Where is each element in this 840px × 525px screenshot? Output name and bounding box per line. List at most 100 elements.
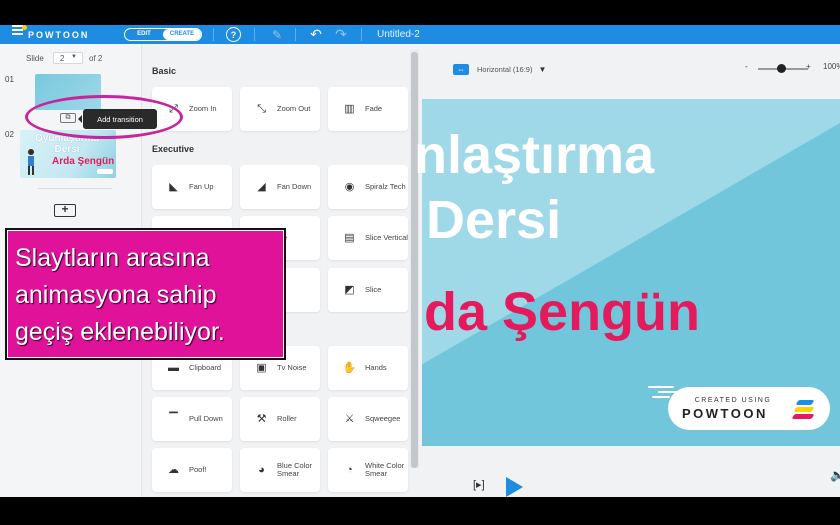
blue-smear-icon: ◕	[258, 464, 265, 476]
notes-icon[interactable]: ✎	[269, 25, 285, 44]
pull-down-icon: ▔	[169, 413, 178, 425]
fade-icon: ▥	[344, 103, 355, 115]
section-heading-executive: Executive	[152, 144, 195, 154]
transition-card[interactable]: ▥ Fade	[328, 87, 408, 131]
transition-label: Fan Up	[189, 182, 214, 191]
powtoon-mark-icon	[791, 398, 817, 420]
mode-create[interactable]: CREATE	[163, 29, 201, 40]
mode-toggle[interactable]: EDIT CREATE	[124, 28, 202, 41]
transition-label: Fade	[365, 104, 383, 113]
zoom-value: 100%	[823, 62, 840, 71]
poof-icon: ☁	[168, 464, 179, 476]
toolbar-divider	[295, 28, 296, 41]
zoom-slider-handle[interactable]	[776, 64, 786, 73]
undo-icon[interactable]: ↶	[308, 25, 324, 44]
transition-label: Roller	[277, 414, 297, 423]
add-transition-tooltip: Add transition	[78, 109, 157, 129]
divider	[38, 188, 112, 189]
help-icon[interactable]: ?	[226, 27, 241, 42]
volume-icon[interactable]: 🔈	[830, 468, 840, 482]
transition-label: Hands	[365, 363, 387, 372]
caption-line: geçiş eklenebiliyor.	[15, 318, 225, 346]
squeegee-icon: ⚔	[344, 413, 355, 425]
slide-title-line: nlaştırma	[414, 125, 655, 185]
transition-card[interactable]: ⤡ Zoom Out	[240, 87, 320, 131]
playback-controls: [▸]	[470, 475, 530, 497]
redo-icon[interactable]: ↷	[333, 25, 349, 44]
caption-overlay: Slaytların arasına animasyona sahip geçi…	[5, 228, 286, 360]
spiral-icon: ◉	[344, 181, 355, 193]
white-smear-icon: ◔	[346, 464, 353, 476]
transition-card[interactable]: ▤ Slice Vertical	[328, 216, 408, 260]
transition-card[interactable]: ⚒ Roller	[240, 397, 320, 441]
fan-up-icon: ◣	[169, 181, 178, 193]
roller-icon: ⚒	[256, 413, 267, 425]
transition-label: Fan Down	[277, 182, 312, 191]
play-icon[interactable]	[506, 477, 523, 497]
toolbar-divider	[361, 28, 362, 41]
toolbar-divider	[213, 28, 214, 41]
transition-label: Zoom In	[189, 104, 217, 113]
transition-card[interactable]: ◕ Blue Color Smear	[240, 448, 320, 492]
caption-line: animasyona sahip	[15, 281, 217, 309]
transition-label: Zoom Out	[277, 104, 311, 113]
transition-label: Sqweegee	[365, 414, 401, 423]
slide-number: 02	[5, 130, 14, 139]
notification-dot	[22, 25, 27, 30]
created-with-badge: CREATED USING POWTOON	[668, 387, 830, 430]
hands-icon: ✋	[342, 362, 357, 374]
scrollbar-thumb[interactable]	[411, 52, 418, 468]
transition-card[interactable]: ◢ Fan Down	[240, 165, 320, 209]
slice-vertical-icon: ▤	[344, 232, 355, 244]
badge-logo: POWTOON	[682, 406, 768, 421]
transition-card[interactable]: ⚔ Sqweegee	[328, 397, 408, 441]
caption-text: Slaytların arasına animasyona sahip geçi…	[15, 240, 225, 351]
transition-label: Poof!	[189, 465, 207, 474]
person-illustration-icon	[28, 149, 34, 175]
add-slide-button[interactable]: +	[54, 203, 76, 217]
transition-label: Clipboard	[189, 363, 222, 372]
aspect-ratio-label: Horizontal (16:9)	[477, 64, 533, 74]
transition-card[interactable]: ▔ Pull Down	[152, 397, 232, 441]
tv-noise-icon: ▣	[256, 362, 267, 374]
thumbnail-name: Arda Şengün	[52, 156, 115, 167]
slide-label: Slide	[26, 53, 44, 63]
transition-card[interactable]: ☁ Poof!	[152, 448, 232, 492]
transition-card[interactable]: ◩ Slice	[328, 268, 408, 312]
transition-label: White Color Smear	[365, 461, 405, 478]
slice-icon: ◩	[344, 284, 355, 296]
chevron-down-icon: ▼	[538, 64, 547, 74]
slide-name-line: da Şengün	[424, 282, 701, 342]
transition-label: Pull Down	[189, 414, 223, 423]
clipboard-icon: ▬	[168, 362, 179, 374]
section-heading-basic: Basic	[152, 66, 177, 76]
transition-card[interactable]: ◣ Fan Up	[152, 165, 232, 209]
mode-edit[interactable]: EDIT	[125, 29, 163, 40]
zoom-in-button[interactable]: +	[806, 62, 811, 71]
slide-number: 01	[5, 75, 14, 84]
slide-total: of 2	[89, 53, 103, 63]
fan-down-icon: ◢	[257, 181, 266, 193]
powtoon-logo: POWTOON	[28, 29, 90, 40]
frame-play-icon[interactable]: [▸]	[473, 478, 485, 491]
slide-title-line: Dersi	[426, 190, 562, 250]
thumbnail-badge	[97, 169, 113, 174]
transition-label: Slice Vertical	[365, 233, 408, 242]
chevron-down-icon: ▼	[71, 54, 77, 60]
transition-card[interactable]: ◉ Spiralz Tech	[328, 165, 408, 209]
toolbar-divider	[254, 28, 255, 41]
transition-label: Tv Noise	[277, 363, 307, 372]
transition-card[interactable]: ✋ Hands	[328, 346, 408, 390]
slide-select[interactable]: 2 ▼	[53, 52, 83, 64]
caption-line: Slaytların arasına	[15, 244, 210, 272]
screen: POWTOON EDIT CREATE ? ✎ ↶ ↷ Untitled-2 S…	[0, 0, 840, 525]
aspect-ratio-select[interactable]: ⇔ Horizontal (16:9) ▼	[453, 62, 573, 76]
transition-label: Slice	[365, 285, 382, 294]
document-title[interactable]: Untitled-2	[377, 25, 420, 44]
top-toolbar: POWTOON EDIT CREATE ? ✎ ↶ ↷ Untitled-2	[0, 25, 840, 44]
slide-select-value: 2	[60, 53, 65, 63]
aspect-ratio-icon: ⇔	[453, 63, 469, 75]
slide-navigator: Slide 2 ▼ of 2	[0, 50, 142, 66]
transition-card[interactable]: ◔ White Color Smear	[328, 448, 408, 492]
zoom-out-button[interactable]: -	[745, 62, 748, 71]
